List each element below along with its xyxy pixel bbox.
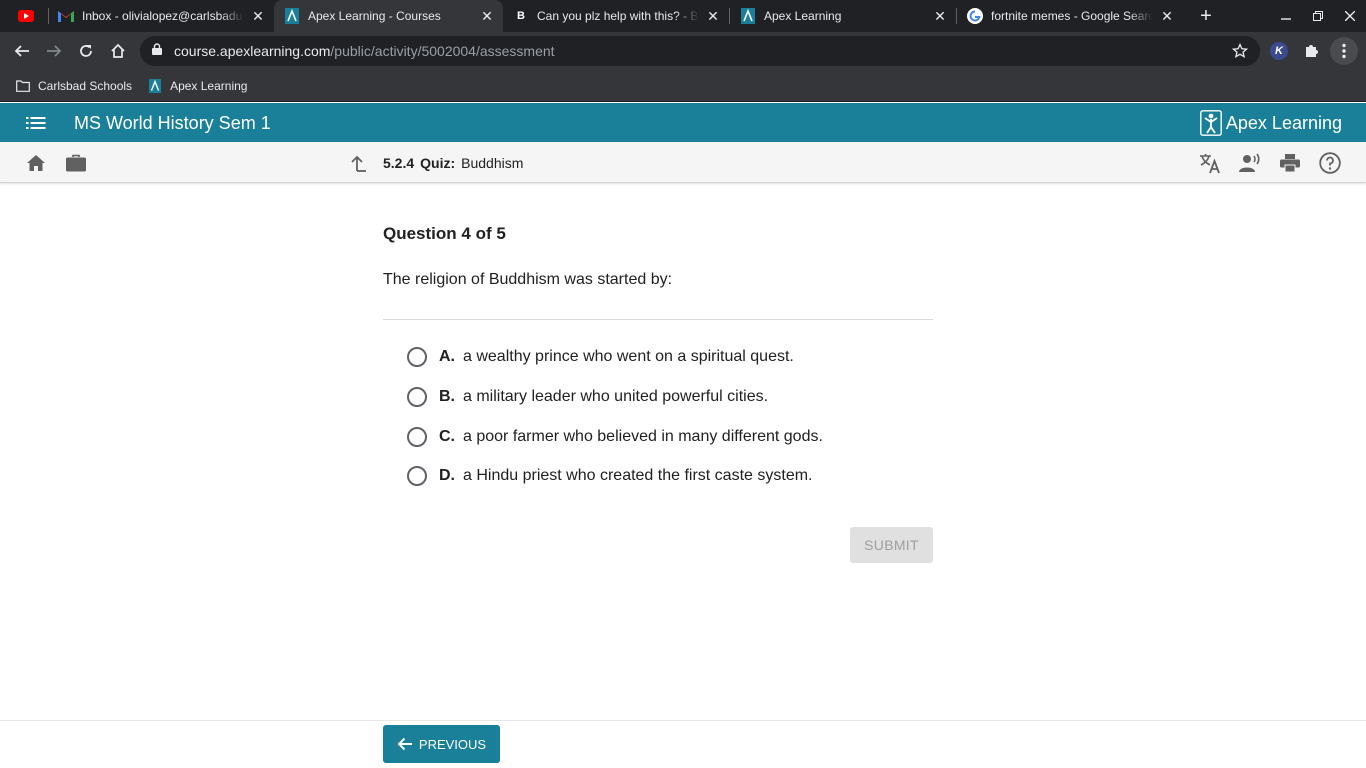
activity-title: Buddhism <box>461 155 524 171</box>
youtube-icon <box>18 8 34 24</box>
gmail-icon <box>58 8 74 24</box>
menu-list-icon[interactable] <box>26 115 46 131</box>
answer-option-b[interactable]: B. a military leader who united powerful… <box>407 385 768 409</box>
footer-divider <box>0 720 1366 721</box>
forward-icon[interactable] <box>40 37 68 65</box>
tab-gmail[interactable]: Inbox - olivialopez@carlsbadusd.net ✕ <box>48 0 274 32</box>
course-title: MS World History Sem 1 <box>74 113 271 133</box>
radio-button[interactable] <box>407 387 427 407</box>
text-to-speech-icon[interactable] <box>1239 152 1261 174</box>
profile-avatar-icon[interactable]: K <box>1265 37 1293 65</box>
new-tab-button[interactable]: + <box>1196 6 1216 26</box>
back-icon[interactable] <box>8 37 36 65</box>
tab-title: Inbox - olivialopez@carlsbadusd.net <box>82 9 244 23</box>
apex-figure-logo-icon <box>1200 110 1222 136</box>
folder-icon <box>16 79 30 93</box>
tab-title: Can you plz help with this? - Brainly <box>537 9 699 23</box>
bookmark-carlsbad-schools[interactable]: Carlsbad Schools <box>16 79 132 93</box>
close-tab-icon[interactable]: ✕ <box>705 8 721 24</box>
divider <box>383 319 933 320</box>
briefcase-icon[interactable] <box>65 152 87 174</box>
browser-toolbar: course.apexlearning.com/public/activity/… <box>0 32 1366 70</box>
print-icon[interactable] <box>1279 152 1301 174</box>
apex-icon <box>284 8 300 24</box>
option-letter: B. <box>439 388 455 405</box>
activity-type: Quiz: <box>420 155 456 171</box>
radio-button[interactable] <box>407 347 427 367</box>
apex-logo: Apex Learning <box>1200 109 1342 137</box>
radio-button[interactable] <box>407 466 427 486</box>
bookmark-apex-learning[interactable]: Apex Learning <box>148 78 248 93</box>
browser-tab-strip: Inbox - olivialopez@carlsbadusd.net ✕ Ap… <box>0 0 1366 32</box>
url-text: course.apexlearning.com/public/activity/… <box>174 43 555 59</box>
minimize-icon[interactable] <box>1270 0 1302 32</box>
google-icon <box>967 8 983 24</box>
help-icon[interactable] <box>1319 152 1341 174</box>
submit-button[interactable]: SUBMIT <box>850 527 933 563</box>
activity-toolbar: 5.2.4 Quiz: Buddhism <box>0 142 1366 183</box>
up-level-arrow-icon[interactable] <box>347 152 369 174</box>
tab-title: fortnite memes - Google Search <box>991 9 1153 23</box>
radio-button[interactable] <box>407 427 427 447</box>
brainly-icon: B <box>517 10 525 22</box>
tab-apex-learning[interactable]: Apex Learning ✕ <box>730 0 956 32</box>
tab-google-search[interactable]: fortnite memes - Google Search ✕ <box>957 0 1183 32</box>
browser-menu-icon[interactable] <box>1330 37 1358 65</box>
question-prompt: The religion of Buddhism was started by: <box>383 271 673 288</box>
option-text: a poor farmer who believed in many diffe… <box>463 428 823 445</box>
extensions-puzzle-icon[interactable] <box>1297 37 1325 65</box>
activity-breadcrumb: 5.2.4 Quiz: Buddhism <box>383 155 523 171</box>
previous-button[interactable]: PREVIOUS <box>383 725 500 763</box>
answer-option-a[interactable]: A. a wealthy prince who went on a spirit… <box>407 345 794 369</box>
bookmarks-bar: Carlsbad Schools Apex Learning <box>0 70 1366 102</box>
option-text: a Hindu priest who created the first cas… <box>463 467 813 484</box>
home-icon[interactable] <box>25 152 47 174</box>
bookmark-label: Apex Learning <box>170 78 248 93</box>
option-letter: A. <box>439 348 455 365</box>
logo-text: Apex Learning <box>1225 112 1342 133</box>
option-text: a wealthy prince who went on a spiritual… <box>463 348 794 365</box>
close-tab-icon[interactable]: ✕ <box>1159 8 1175 24</box>
option-letter: D. <box>439 467 455 484</box>
lesson-number: 5.2.4 <box>383 155 415 171</box>
answer-option-d[interactable]: D. a Hindu priest who created the first … <box>407 464 812 488</box>
option-letter: C. <box>439 428 455 445</box>
reload-icon[interactable] <box>72 37 100 65</box>
home-icon[interactable] <box>104 37 132 65</box>
course-header: MS World History Sem 1 Apex Learning <box>0 103 1366 142</box>
bookmark-label: Carlsbad Schools <box>38 78 133 93</box>
previous-label: PREVIOUS <box>418 736 487 752</box>
tab-youtube[interactable] <box>8 0 48 32</box>
close-tab-icon[interactable]: ✕ <box>250 8 266 24</box>
answer-option-c[interactable]: C. a poor farmer who believed in many di… <box>407 425 823 449</box>
bookmark-star-icon[interactable] <box>1231 42 1249 64</box>
arrow-left-icon <box>397 737 412 751</box>
address-bar[interactable]: course.apexlearning.com/public/activity/… <box>140 36 1260 66</box>
tab-apex-courses[interactable]: Apex Learning - Courses ✕ <box>274 0 503 32</box>
translate-icon[interactable] <box>1199 152 1221 174</box>
tab-title: Apex Learning <box>764 9 842 23</box>
apex-icon <box>148 78 162 93</box>
tab-brainly[interactable]: B Can you plz help with this? - Brainly … <box>503 0 729 32</box>
restore-icon[interactable] <box>1302 0 1334 32</box>
close-window-icon[interactable] <box>1334 0 1366 32</box>
tab-title: Apex Learning - Courses <box>308 9 441 23</box>
close-tab-icon[interactable]: ✕ <box>479 8 495 24</box>
question-counter: Question 4 of 5 <box>383 224 506 243</box>
close-tab-icon[interactable]: ✕ <box>932 8 948 24</box>
lock-icon <box>152 42 164 60</box>
option-text: a military leader who united powerful ci… <box>463 388 769 405</box>
apex-icon <box>740 8 756 24</box>
